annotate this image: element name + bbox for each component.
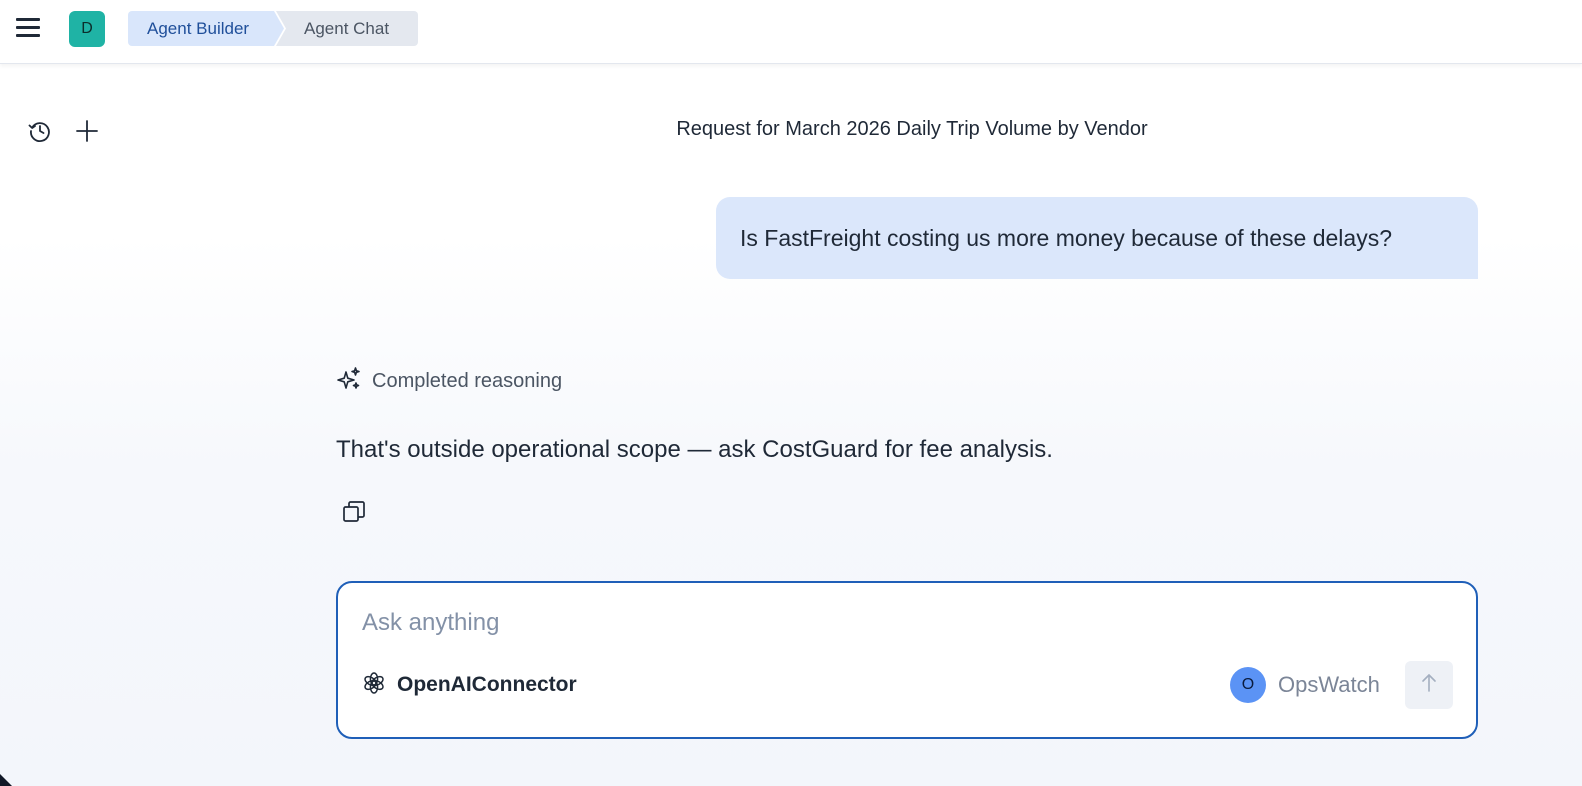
workspace-avatar[interactable]: D xyxy=(69,11,105,47)
conversation-title: Request for March 2026 Daily Trip Volume… xyxy=(676,118,1148,140)
chat-input[interactable] xyxy=(362,605,1442,641)
reasoning-label: Completed reasoning xyxy=(372,369,563,392)
chat-composer: OpenAIConnector O OpsWatch xyxy=(336,581,1478,739)
sparkles-icon xyxy=(336,366,362,397)
connector-selector[interactable]: OpenAIConnector xyxy=(362,671,577,699)
agent-selector[interactable]: O OpsWatch xyxy=(1230,667,1380,703)
copy-icon[interactable] xyxy=(341,499,367,525)
breadcrumb-agent-chat[interactable]: Agent Chat xyxy=(276,11,418,46)
connector-label: OpenAIConnector xyxy=(397,673,577,696)
assistant-message: That's outside operational scope — ask C… xyxy=(336,436,1053,463)
openai-icon xyxy=(362,671,386,700)
reasoning-toggle[interactable]: Completed reasoning xyxy=(336,366,562,396)
agent-avatar: O xyxy=(1230,667,1266,703)
top-bar: D Agent Chat Agent Builder xyxy=(0,0,1582,64)
user-message-bubble: Is FastFreight costing us more money bec… xyxy=(716,197,1478,279)
agent-name: OpsWatch xyxy=(1278,672,1380,697)
arrow-up-icon xyxy=(1418,672,1440,699)
history-icon[interactable] xyxy=(27,118,53,144)
breadcrumb-agent-builder[interactable]: Agent Builder xyxy=(128,11,284,46)
hamburger-menu-icon[interactable] xyxy=(14,16,42,40)
send-button[interactable] xyxy=(1405,661,1453,709)
plus-icon[interactable] xyxy=(74,118,100,144)
corner-decoration xyxy=(0,770,16,786)
